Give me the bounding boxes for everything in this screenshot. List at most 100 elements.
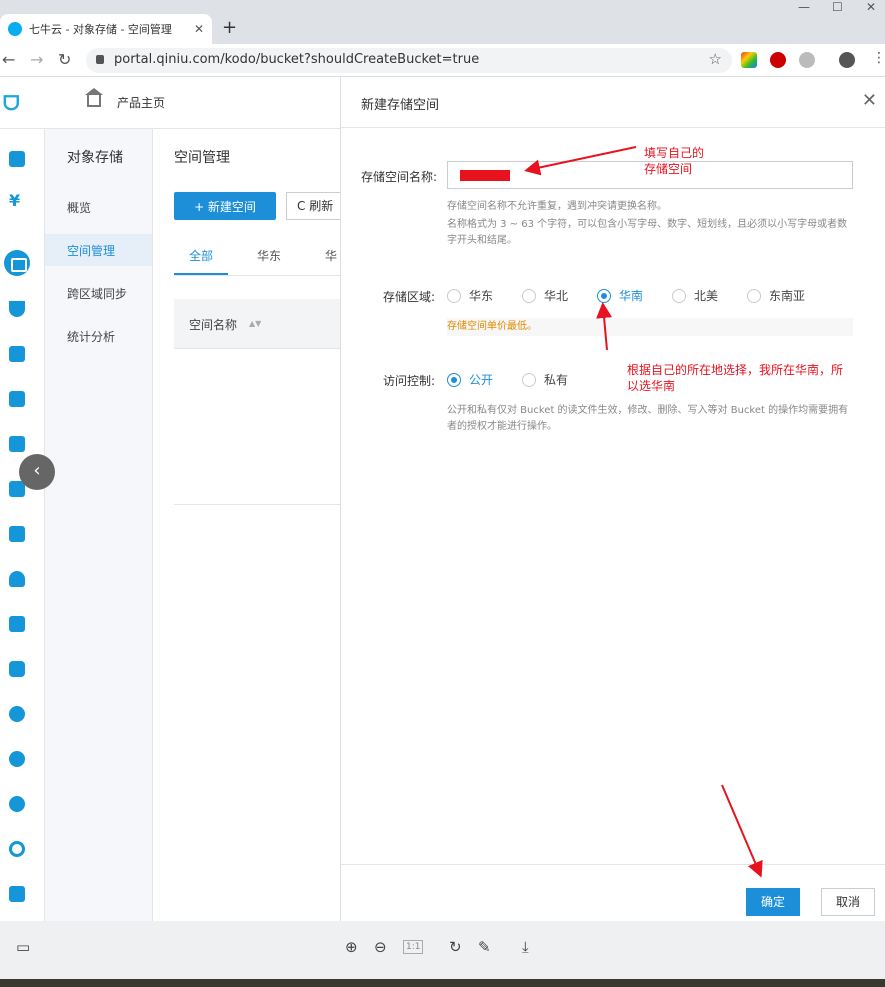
new-tab-button[interactable]: + (222, 17, 237, 38)
region-radio-north-china[interactable]: 华北 (522, 287, 568, 304)
tabs-divider (174, 275, 340, 276)
database-icon[interactable] (9, 661, 25, 677)
radio-circle (672, 288, 686, 303)
extension-gear-icon[interactable] (799, 52, 815, 68)
bottom-background-strip (0, 979, 885, 987)
page-title: 空间管理 (174, 150, 230, 166)
bookmark-icon[interactable] (9, 616, 25, 632)
collapse-sidebar-button[interactable]: ‹ (19, 454, 55, 490)
region-label-south-china: 华南 (619, 289, 644, 303)
url-text[interactable]: portal.qiniu.com/kodo/bucket?shouldCreat… (114, 52, 479, 67)
price-note: 存储空间单价最低。 (447, 318, 853, 336)
bucket-name-label: 存储空间名称: (361, 170, 438, 184)
back-icon[interactable]: ← (2, 50, 15, 69)
submenu-item-bucket-management[interactable]: 空间管理 (67, 242, 115, 259)
access-radio-public[interactable]: 公开 (447, 371, 493, 388)
column-header-bucket-name[interactable]: 空间名称 (189, 316, 237, 333)
download-icon[interactable]: ⤓ (522, 938, 529, 956)
sort-icon[interactable]: ▲▼ (249, 319, 261, 328)
radio-circle (522, 288, 536, 303)
bucket-list-panel: 空间管理 + 新建空间 C 刷新 全部 华东 华 空间名称 ▲▼ (153, 129, 346, 921)
new-bucket-button[interactable]: + 新建空间 (174, 192, 276, 220)
region-label-east-china: 华东 (469, 289, 494, 303)
region-label-north-america: 北美 (694, 289, 719, 303)
product-icon-sidebar: ¥ (0, 129, 45, 921)
tab-close-icon[interactable]: ✕ (194, 22, 204, 36)
dialog-header-divider (341, 127, 885, 128)
access-radio-private[interactable]: 私有 (522, 371, 568, 388)
tab-all[interactable]: 全部 (189, 247, 213, 264)
image-icon[interactable] (9, 886, 25, 902)
region-radio-east-china[interactable]: 华东 (447, 287, 493, 304)
submenu-item-overview[interactable]: 概览 (67, 199, 91, 216)
access-control-label: 访问控制: (383, 374, 436, 388)
region-label: 存储区域: (383, 290, 436, 304)
lock-icon (96, 55, 104, 64)
image-viewer-toolbar: ▭ ⊕ ⊖ 1:1 ↻ ✎ ⤓ (0, 921, 885, 979)
minimize-icon[interactable]: — (798, 0, 810, 14)
storage-submenu: 对象存储 概览 空间管理 跨区域同步 统计分析 (45, 129, 153, 921)
bookmark-star-icon[interactable]: ☆ (709, 50, 722, 68)
annotation-fill-name-1: 填写自己的 (644, 146, 705, 160)
qiniu-logo-icon[interactable]: ᗜ (3, 91, 20, 115)
bucket-name-help-1: 存储空间名称不允许重复，遇到冲突请更换名称。 (447, 201, 667, 212)
region-radio-south-china[interactable]: 华南 (597, 287, 643, 304)
edit-pencil-icon[interactable]: ✎ (478, 938, 491, 956)
browser-menu-icon[interactable]: ⋮ (872, 50, 885, 66)
redacted-name-mark (460, 170, 510, 181)
tab-north-china[interactable]: 华 (325, 247, 337, 264)
live-icon[interactable] (9, 391, 25, 407)
reload-icon[interactable]: ↻ (58, 50, 71, 69)
browser-tab-bar: 七牛云 - 对象存储 - 空间管理 ✕ + — ☐ ✕ (0, 0, 885, 44)
forward-icon[interactable]: → (30, 50, 43, 69)
table-header: 空间名称 ▲▼ (174, 299, 340, 349)
window-close-icon[interactable]: ✕ (866, 0, 876, 14)
close-icon[interactable]: ✕ (862, 90, 877, 111)
address-bar-row: ← → ↻ portal.qiniu.com/kodo/bucket?shoul… (0, 44, 885, 77)
confirm-button[interactable]: 确定 (746, 888, 800, 916)
annotation-fill-name-2: 存储空间 (644, 162, 693, 176)
product-icon-5[interactable] (9, 346, 25, 362)
tab-east-china[interactable]: 华东 (257, 247, 281, 264)
rotate-icon[interactable]: ↻ (449, 938, 462, 956)
panel-toggle-icon[interactable]: ▭ (16, 938, 30, 956)
profile-avatar-icon[interactable] (839, 52, 855, 68)
radio-circle-checked (447, 372, 461, 387)
storage-grid-icon[interactable] (4, 250, 30, 276)
maximize-icon[interactable]: ☐ (832, 0, 843, 14)
product-icon-1[interactable] (9, 151, 25, 167)
video-icon[interactable] (9, 436, 25, 452)
active-tab-indicator (174, 273, 228, 275)
adblock-icon[interactable] (770, 52, 786, 68)
submenu-title: 对象存储 (67, 150, 123, 166)
product-icon-13[interactable] (9, 706, 25, 722)
extension-colorful-icon[interactable] (741, 52, 757, 68)
submenu-item-cross-region-sync[interactable]: 跨区域同步 (67, 285, 127, 302)
dialog-title: 新建存储空间 (361, 98, 440, 113)
refresh-button[interactable]: C 刷新 (286, 192, 346, 220)
region-radio-north-america[interactable]: 北美 (672, 287, 718, 304)
access-help: 公开和私有仅对 Bucket 的读文件生效，修改、删除、写入等对 Bucket … (447, 405, 849, 432)
dialog-footer-divider (341, 864, 885, 865)
zoom-in-icon[interactable]: ⊕ (345, 938, 358, 956)
qiniu-favicon-icon (8, 22, 22, 36)
lightning-icon[interactable] (9, 751, 25, 767)
browser-tab[interactable]: 七牛云 - 对象存储 - 空间管理 ✕ (0, 14, 212, 44)
product-icon-10[interactable] (9, 571, 25, 587)
url-bar[interactable]: portal.qiniu.com/kodo/bucket?shouldCreat… (86, 48, 732, 73)
table-bottom-line (174, 504, 340, 505)
zoom-out-icon[interactable]: ⊖ (374, 938, 387, 956)
network-icon[interactable] (9, 841, 25, 857)
globe-icon[interactable] (9, 796, 25, 812)
cancel-button[interactable]: 取消 (821, 888, 875, 916)
home-icon[interactable] (85, 88, 103, 107)
region-label-southeast-asia: 东南亚 (769, 289, 806, 303)
submenu-item-statistics[interactable]: 统计分析 (67, 328, 115, 345)
cdn-icon[interactable] (9, 301, 25, 317)
actual-size-button[interactable]: 1:1 (403, 940, 424, 954)
region-radio-southeast-asia[interactable]: 东南亚 (747, 287, 805, 304)
player-icon[interactable] (9, 526, 25, 542)
home-link[interactable]: 产品主页 (117, 94, 165, 111)
annotation-region-note-2: 以选华南 (627, 379, 676, 393)
bucket-name-help-2: 名称格式为 3 ~ 63 个字符，可以包含小写字母、数字、短划线，且必须以小写字… (447, 219, 848, 246)
